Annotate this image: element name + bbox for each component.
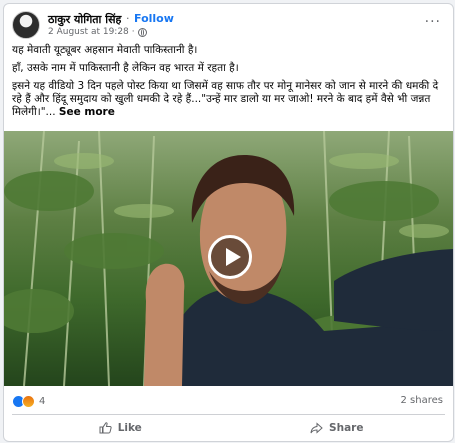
author-avatar[interactable] <box>12 11 40 39</box>
play-button[interactable] <box>208 235 252 279</box>
meta-separator: · <box>131 27 135 37</box>
angry-reaction-icon <box>22 395 35 408</box>
follow-button[interactable]: Follow <box>134 12 174 25</box>
divider <box>12 414 445 415</box>
shares-count[interactable]: 2 shares <box>401 395 443 406</box>
share-arrow-icon <box>310 422 323 434</box>
see-more-link[interactable]: See more <box>59 106 115 118</box>
share-button[interactable]: Share <box>229 416 446 440</box>
like-button[interactable]: Like <box>12 416 229 440</box>
reactions-summary[interactable]: 4 <box>12 395 45 408</box>
video-player[interactable] <box>4 131 453 386</box>
post-text-line: हाँ, उसके नाम में पाकिस्तानी है लेकिन वह… <box>12 62 239 74</box>
like-label: Like <box>117 422 142 434</box>
post-stats: 4 2 shares <box>12 394 443 410</box>
reaction-count: 4 <box>39 396 46 407</box>
action-bar: Like Share <box>12 416 445 440</box>
post-meta: 2 August at 19:28 · <box>48 27 147 37</box>
post-text-line: यह मेवाती यूट्यूबर अहसान मेवाती पाकिस्ता… <box>12 44 198 56</box>
post-card: ठाकुर योगिता सिंह · Follow 2 August at 1… <box>3 3 454 442</box>
thumbs-up-icon <box>99 422 112 434</box>
post-text: यह मेवाती यूट्यूबर अहसान मेवाती पाकिस्ता… <box>12 44 443 124</box>
separator-dot: · <box>126 12 130 25</box>
more-options-icon[interactable]: ··· <box>425 14 441 30</box>
author-name[interactable]: ठाकुर योगिता सिंह <box>48 12 121 27</box>
post-header: ठाकुर योगिता सिंह · Follow 2 August at 1… <box>12 10 445 40</box>
post-text-line: इसने यह वीडियो 3 दिन पहले पोस्ट किया था … <box>12 80 443 119</box>
share-label: Share <box>329 422 364 434</box>
globe-icon <box>137 27 147 37</box>
post-timestamp[interactable]: 2 August at 19:28 <box>48 27 129 37</box>
